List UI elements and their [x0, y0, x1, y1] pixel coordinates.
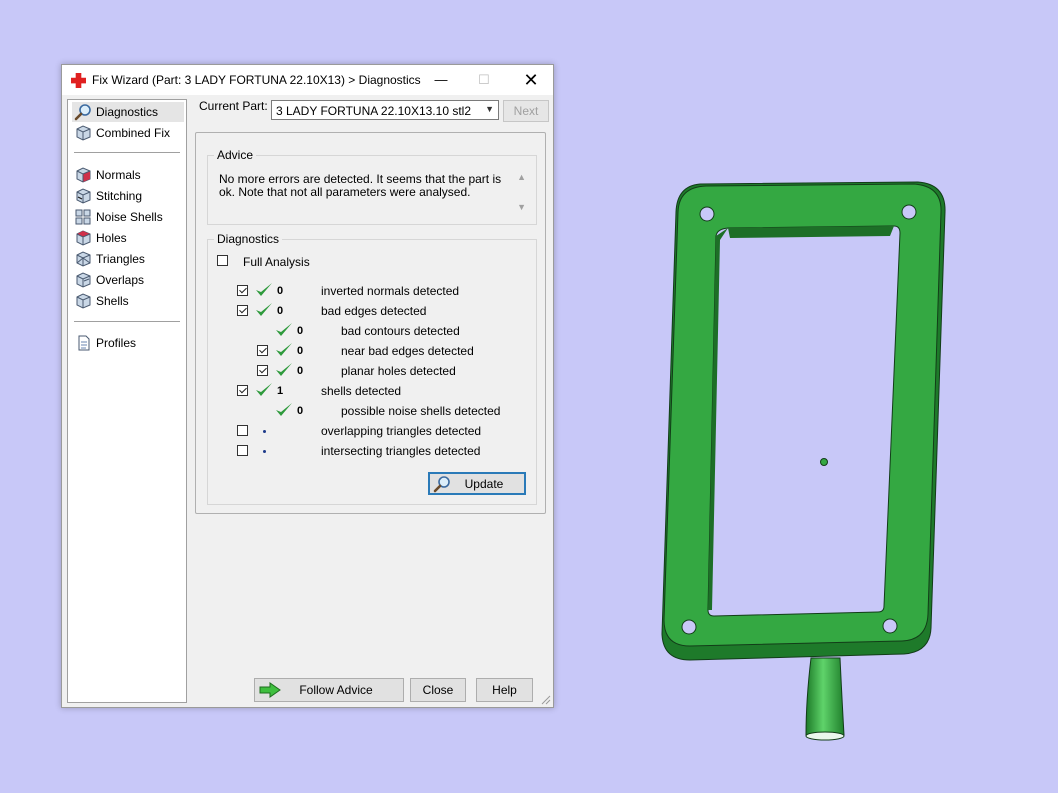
near-bad-edges-checkbox[interactable]: [257, 345, 268, 356]
checkmark-icon: [256, 303, 272, 316]
bad-contours-label: bad contours detected: [341, 324, 460, 338]
shells-checkbox[interactable]: [237, 385, 248, 396]
intersecting-triangles-checkbox[interactable]: [237, 445, 248, 456]
intersecting-triangles-label: intersecting triangles detected: [321, 444, 481, 458]
red-cross-icon: [71, 73, 86, 88]
advice-text: No more errors are detected. It seems th…: [219, 172, 502, 199]
diagnostics-panel: Advice No more errors are detected. It s…: [195, 132, 546, 514]
next-button[interactable]: Next: [503, 100, 549, 122]
stitching-cube-icon: [76, 188, 91, 204]
nav-item-profiles[interactable]: Profiles: [72, 333, 184, 353]
nav-item-normals[interactable]: Normals: [72, 165, 184, 185]
inverted-normals-checkbox[interactable]: [237, 285, 248, 296]
checkmark-icon: [276, 343, 292, 356]
nav-item-label: Triangles: [96, 252, 145, 266]
minimize-button[interactable]: —: [418, 65, 464, 95]
arrow-right-icon: [259, 682, 281, 698]
overlapping-triangles-checkbox[interactable]: [237, 425, 248, 436]
close-button[interactable]: Close: [410, 678, 466, 702]
bad-edges-label: bad edges detected: [321, 304, 427, 318]
scroll-down-icon[interactable]: ▼: [517, 202, 526, 212]
magnifier-icon: [74, 104, 91, 121]
current-part-value: 3 LADY FORTUNA 22.10X13.10 stl2: [276, 104, 471, 118]
nav-item-stitching[interactable]: Stitching: [72, 186, 184, 206]
shells-label: shells detected: [321, 384, 402, 398]
nav-item-diagnostics[interactable]: Diagnostics: [72, 102, 184, 122]
planar-holes-label: planar holes detected: [341, 364, 456, 378]
frame-model: [661, 181, 946, 741]
nav-item-label: Diagnostics: [96, 105, 159, 119]
near-bad-edges-count: 0: [297, 345, 304, 357]
noise-shells-count: 0: [297, 405, 304, 417]
nav-item-noise-shells[interactable]: Noise Shells: [72, 207, 184, 227]
overlaps-cube-icon: [76, 272, 91, 288]
title-bar[interactable]: Fix Wizard (Part: 3 LADY FORTUNA 22.10X1…: [62, 65, 553, 95]
nav-item-label: Noise Shells: [96, 210, 163, 224]
pending-dot-icon: [263, 430, 266, 433]
checkmark-icon: [276, 323, 292, 336]
shells-cube-icon: [76, 293, 91, 309]
nav-item-label: Holes: [96, 231, 127, 245]
planar-holes-count: 0: [297, 365, 304, 377]
inverted-normals-label: inverted normals detected: [321, 284, 460, 298]
bad-edges-checkbox[interactable]: [237, 305, 248, 316]
update-button[interactable]: Update: [428, 472, 526, 495]
shells-count: 1: [277, 385, 284, 397]
nav-item-label: Stitching: [96, 189, 143, 203]
nav-item-label: Shells: [96, 294, 129, 308]
scroll-up-icon[interactable]: ▲: [517, 172, 526, 182]
close-window-button[interactable]: ✕: [508, 65, 554, 95]
advice-title: Advice: [214, 148, 257, 162]
overlapping-triangles-label: overlapping triangles detected: [321, 424, 482, 438]
checkmark-icon: [256, 383, 272, 396]
cube-icon: [76, 125, 91, 141]
current-part-label: Current Part:: [199, 99, 268, 113]
nav-item-label: Combined Fix: [96, 126, 171, 140]
diagnostics-group: Diagnostics Full Analysis 0 inverted nor…: [207, 232, 537, 505]
triangles-cube-icon: [76, 251, 91, 267]
nav-item-overlaps[interactable]: Overlaps: [72, 270, 184, 290]
checkmark-icon: [276, 363, 292, 376]
diagnostics-title: Diagnostics: [214, 232, 283, 246]
pending-dot-icon: [263, 450, 266, 453]
near-bad-edges-label: near bad edges detected: [341, 344, 474, 358]
checkmark-icon: [256, 283, 272, 296]
help-button[interactable]: Help: [476, 678, 533, 702]
bad-edges-count: 0: [277, 305, 284, 317]
planar-holes-checkbox[interactable]: [257, 365, 268, 376]
nav-item-combined-fix[interactable]: Combined Fix: [72, 123, 184, 143]
noise-shells-icon: [75, 209, 91, 225]
wizard-nav: Diagnostics Combined Fix Normals Stitchi…: [67, 99, 187, 703]
holes-cube-icon: [76, 230, 91, 246]
nav-divider: [74, 321, 180, 322]
full-analysis-label: Full Analysis: [243, 255, 310, 269]
advice-group: Advice No more errors are detected. It s…: [207, 148, 537, 225]
full-analysis-checkbox[interactable]: [217, 255, 228, 266]
nav-item-label: Normals: [96, 168, 141, 182]
follow-advice-button[interactable]: Follow Advice: [254, 678, 404, 702]
nav-item-shells[interactable]: Shells: [72, 291, 184, 311]
follow-advice-label: Follow Advice: [299, 683, 373, 697]
maximize-button[interactable]: ☐: [461, 65, 507, 95]
nav-item-label: Overlaps: [96, 273, 145, 287]
document-icon: [78, 335, 90, 351]
resize-grip-icon[interactable]: [541, 695, 551, 705]
window-title: Fix Wizard (Part: 3 LADY FORTUNA 22.10X1…: [92, 73, 421, 87]
chevron-down-icon: ▼: [485, 104, 494, 114]
inverted-normals-count: 0: [277, 285, 284, 297]
update-button-label: Update: [464, 477, 504, 491]
bad-contours-count: 0: [297, 325, 304, 337]
current-part-select[interactable]: 3 LADY FORTUNA 22.10X13.10 stl2 ▼: [271, 100, 499, 120]
nav-divider: [74, 152, 180, 153]
fix-wizard-dialog: Fix Wizard (Part: 3 LADY FORTUNA 22.10X1…: [61, 64, 554, 708]
normals-cube-icon: [76, 167, 91, 183]
nav-item-holes[interactable]: Holes: [72, 228, 184, 248]
nav-item-triangles[interactable]: Triangles: [72, 249, 184, 269]
checkmark-icon: [276, 403, 292, 416]
nav-item-label: Profiles: [96, 336, 137, 350]
noise-shells-label: possible noise shells detected: [341, 404, 501, 418]
